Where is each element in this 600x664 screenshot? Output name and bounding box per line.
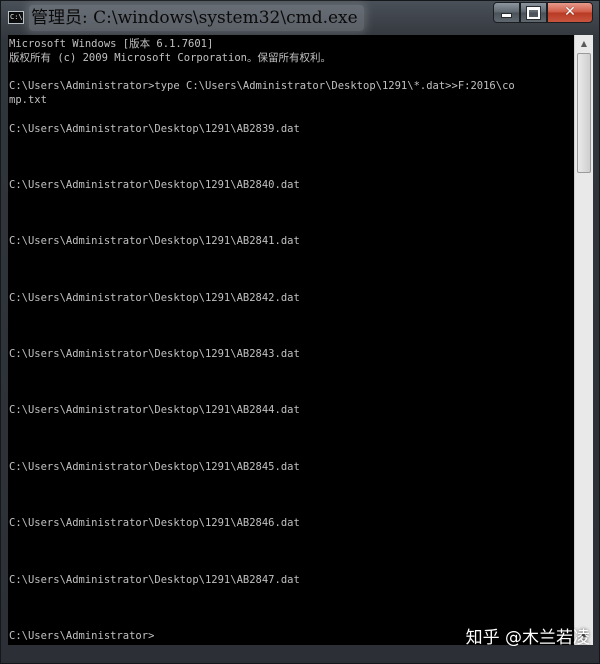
- chevron-up-icon: ▲: [580, 39, 588, 48]
- console-line: C:\Users\Administrator\Desktop\1291\AB28…: [9, 573, 300, 586]
- scroll-up-button[interactable]: ▲: [575, 35, 593, 52]
- console-line: C:\Users\Administrator\Desktop\1291\AB28…: [9, 291, 300, 304]
- cmd-icon[interactable]: C:\: [8, 11, 24, 24]
- close-icon: ✕: [564, 4, 576, 20]
- console-line: Microsoft Windows [版本 6.1.7601]: [9, 38, 214, 50]
- cmd-window: C:\ 管理员: C:\windows\system32\cmd.exe ✕ M…: [0, 0, 600, 664]
- console-line: C:\Users\Administrator\Desktop\1291\AB28…: [9, 348, 300, 361]
- console-line: C:\Users\Administrator\Desktop\1291\AB28…: [9, 404, 300, 417]
- console-line: C:\Users\Administrator\Desktop\1291\AB28…: [9, 178, 300, 191]
- console-line: C:\Users\Administrator>: [9, 629, 155, 642]
- caption-buttons: ✕: [493, 2, 593, 23]
- console-line: C:\Users\Administrator>type C:\Users\Adm…: [9, 80, 515, 93]
- minimize-button[interactable]: [493, 2, 520, 23]
- title-bar[interactable]: C:\ 管理员: C:\windows\system32\cmd.exe ✕: [1, 1, 599, 35]
- vertical-scrollbar[interactable]: ▲ ▼: [574, 35, 593, 645]
- watermark: 知乎 @木兰若凌: [465, 628, 590, 648]
- console-line: C:\Users\Administrator\Desktop\1291\AB28…: [9, 122, 300, 135]
- console-line: 版权所有 (c) 2009 Microsoft Corporation。保留所有…: [9, 52, 331, 65]
- minimize-icon: [501, 13, 512, 18]
- console-text: Microsoft Windows [版本 6.1.7601] 版权所有 (c)…: [8, 35, 574, 643]
- console-output[interactable]: Microsoft Windows [版本 6.1.7601] 版权所有 (c)…: [8, 35, 574, 645]
- console-line: C:\Users\Administrator\Desktop\1291\AB28…: [9, 460, 300, 473]
- maximize-icon: [526, 5, 541, 20]
- console-line: mp.txt: [9, 94, 47, 107]
- console-line: C:\Users\Administrator\Desktop\1291\AB28…: [9, 517, 300, 530]
- window-title: 管理员: C:\windows\system32\cmd.exe: [29, 5, 364, 31]
- maximize-button[interactable]: [520, 2, 547, 23]
- console-line: C:\Users\Administrator\Desktop\1291\AB28…: [9, 235, 300, 248]
- close-button[interactable]: ✕: [547, 2, 593, 23]
- scroll-thumb[interactable]: [577, 53, 591, 173]
